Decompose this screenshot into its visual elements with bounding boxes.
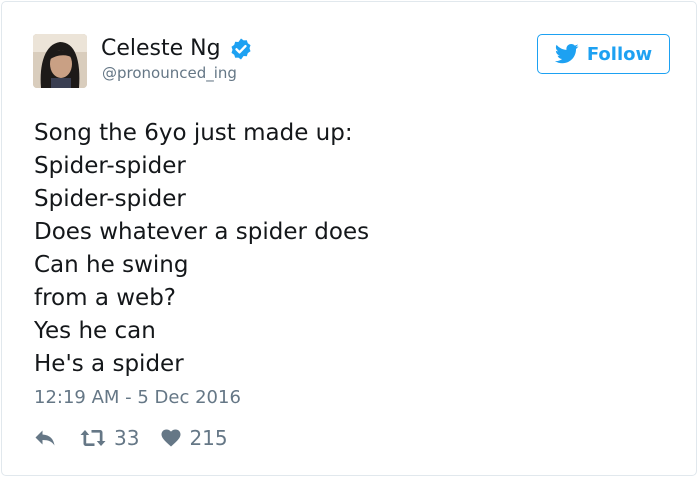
tweet-actions: 33 215 — [34, 423, 228, 453]
tweet-line: Song the 6yo just made up: — [34, 120, 353, 146]
retweet-icon — [80, 430, 106, 446]
avatar-image — [33, 34, 87, 88]
heart-icon — [161, 429, 181, 447]
author-name-row: Celeste Ng — [101, 34, 253, 64]
reply-icon — [35, 430, 55, 446]
tweet-timestamp[interactable]: 12:19 AM - 5 Dec 2016 — [34, 385, 241, 411]
twitter-bird-icon — [554, 44, 579, 64]
like-count: 215 — [189, 426, 228, 450]
author-handle[interactable]: @pronounced_ing — [102, 63, 237, 83]
reply-button[interactable] — [34, 429, 56, 447]
avatar[interactable] — [33, 34, 87, 88]
tweet-line: Yes he can — [34, 318, 156, 344]
tweet-line: Does whatever a spider does — [34, 219, 370, 245]
follow-button-label: Follow — [586, 43, 653, 65]
retweet-button[interactable]: 33 — [80, 426, 139, 450]
like-button[interactable]: 215 — [161, 426, 228, 450]
author-name[interactable]: Celeste Ng — [101, 34, 221, 64]
tweet-line: He's a spider — [34, 351, 184, 377]
retweet-count: 33 — [114, 426, 140, 450]
follow-button[interactable]: Follow — [537, 34, 670, 74]
tweet-line: from a web? — [34, 285, 177, 311]
tweet-line: Spider-spider — [34, 186, 186, 212]
verified-badge-icon — [229, 37, 253, 61]
tweet-text: Song the 6yo just made up: Spider-spider… — [34, 117, 654, 381]
tweet-line: Can he swing — [34, 252, 189, 278]
tweet-line: Spider-spider — [34, 153, 186, 179]
tweet-card: Celeste Ng @pronounced_ing Follow Song t… — [1, 1, 697, 476]
